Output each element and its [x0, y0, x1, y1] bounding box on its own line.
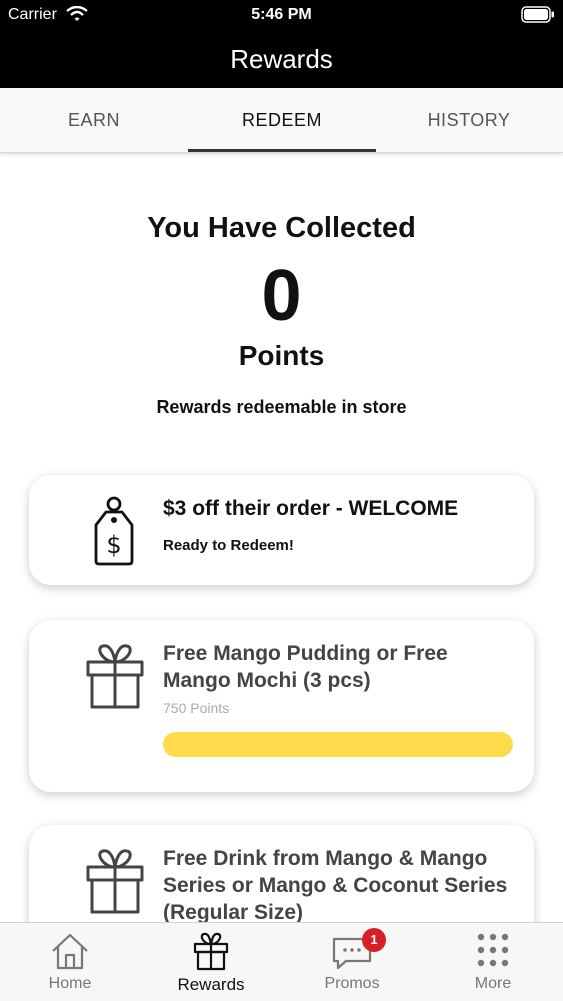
reward-title: Free Mango Pudding or Free Mango Mochi (… — [163, 642, 448, 692]
tabbar-label: More — [474, 975, 512, 992]
page-title: Rewards — [230, 44, 333, 74]
tabbar-label: Rewards — [177, 975, 245, 994]
redeem-note: Rewards redeemable in store — [156, 397, 407, 417]
tabbar-item-rewards[interactable]: Rewards — [141, 923, 281, 1001]
points-value: 0 — [261, 256, 302, 336]
price-tag-icon: $ — [94, 496, 134, 566]
active-tab-indicator — [188, 149, 376, 152]
rewards-tabs: EARN REDEEM HISTORY — [0, 88, 563, 153]
grid-dots-icon — [477, 933, 509, 967]
reward-title: Free Drink from Mango & Mango Series or … — [163, 847, 508, 924]
tabbar-item-promos[interactable]: 1 Promos — [282, 923, 422, 1001]
tab-redeem[interactable]: REDEEM — [188, 88, 376, 152]
reward-progress-bar — [163, 732, 513, 757]
gift-icon — [86, 849, 144, 914]
tabbar-label: Promos — [324, 975, 380, 992]
reward-progress-fill — [163, 732, 513, 757]
gift-icon — [86, 644, 144, 709]
home-icon — [52, 933, 88, 970]
reward-title: $3 off their order - WELCOME — [163, 497, 459, 520]
tabbar-item-more[interactable]: More — [423, 923, 563, 1001]
svg-text:$: $ — [106, 531, 121, 559]
status-time: 5:46 PM — [251, 6, 312, 23]
reward-card-welcome[interactable]: $ $3 off their order - WELCOME Ready to … — [29, 475, 534, 585]
navigation-bar: Rewards — [0, 32, 563, 88]
bottom-tab-bar: Home Rewards 1 Promos More — [0, 922, 563, 1001]
points-unit: Points — [238, 340, 325, 371]
reward-status: Ready to Redeem! — [163, 537, 294, 554]
tab-history[interactable]: HISTORY — [375, 88, 563, 152]
gift-icon — [193, 932, 229, 971]
tab-earn[interactable]: EARN — [0, 88, 188, 152]
status-bar: Carrier 5:46 PM — [0, 0, 563, 32]
battery-icon — [521, 6, 554, 23]
points-heading: You Have Collected — [147, 212, 416, 244]
reward-card-mango-pudding[interactable]: Free Mango Pudding or Free Mango Mochi (… — [29, 620, 534, 792]
tabbar-label: Home — [48, 975, 92, 992]
notification-badge: 1 — [362, 928, 386, 952]
reward-points: 750 Points — [163, 700, 230, 716]
tabbar-item-home[interactable]: Home — [0, 923, 140, 1001]
